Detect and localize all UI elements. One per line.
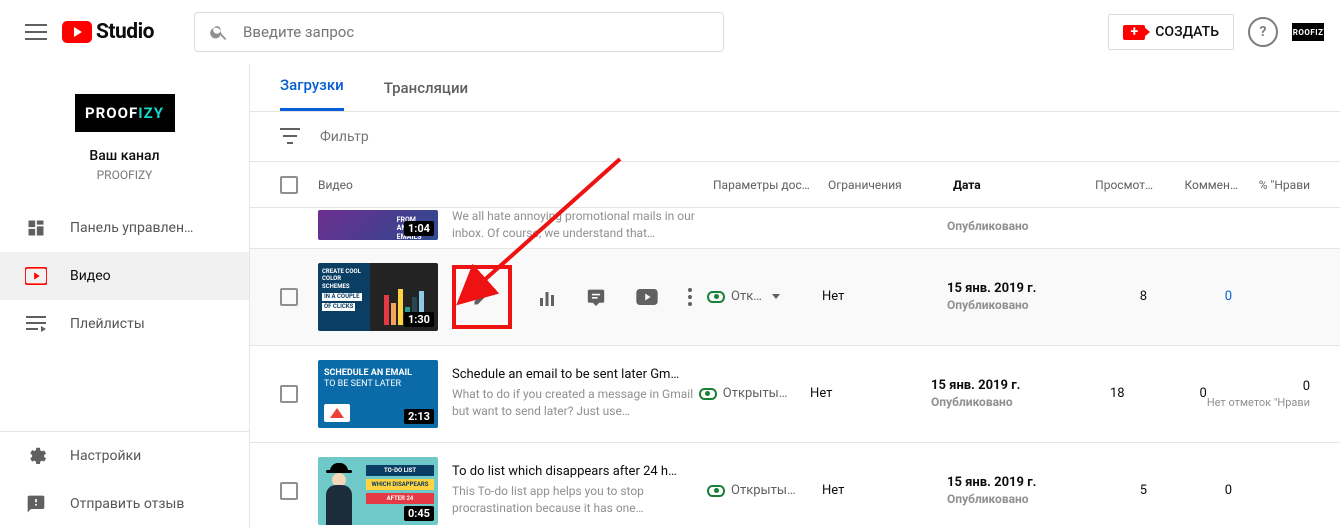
tab-live[interactable]: Трансляции bbox=[384, 65, 468, 111]
search-icon bbox=[209, 22, 229, 42]
video-description: This To-do list app helps you to stop pr… bbox=[452, 483, 707, 517]
filter-bar bbox=[250, 112, 1340, 162]
visibility-cell[interactable]: Открыты… bbox=[707, 483, 822, 498]
video-thumbnail[interactable]: FROM ANNOYING EMAILS 1:04 bbox=[318, 210, 438, 240]
eye-icon bbox=[707, 485, 725, 497]
filter-icon[interactable] bbox=[280, 128, 300, 146]
avatar[interactable]: PROOFIZY bbox=[1292, 23, 1324, 41]
sidebar-item-videos[interactable]: Видео bbox=[0, 252, 249, 300]
feedback-icon bbox=[24, 492, 48, 516]
channel-logo: PROOFIZY bbox=[75, 94, 175, 132]
video-info: To do list which disappears after 24 h… … bbox=[452, 464, 707, 517]
sidebar-item-dashboard[interactable]: Панель управлен… bbox=[0, 204, 249, 252]
edit-button[interactable] bbox=[468, 283, 496, 311]
eye-icon bbox=[699, 388, 717, 400]
video-icon bbox=[24, 264, 48, 288]
comments-cell: 0 bbox=[1147, 289, 1232, 304]
restrictions-cell: Нет bbox=[810, 386, 931, 401]
search-input[interactable] bbox=[243, 23, 709, 41]
sidebar: PROOFIZY Ваш канал PROOFIZY Панель управ… bbox=[0, 64, 250, 528]
man-icon bbox=[318, 457, 362, 525]
col-video[interactable]: Видео bbox=[318, 178, 713, 192]
gmail-icon bbox=[324, 404, 350, 422]
eye-icon bbox=[707, 291, 725, 303]
visibility-cell[interactable]: Отк… bbox=[707, 289, 822, 304]
table-row[interactable]: SCHEDULE AN EMAILTO BE SENT LATER 2:13 S… bbox=[250, 346, 1340, 443]
comments-button[interactable] bbox=[582, 284, 610, 310]
video-info: Schedule an email to be sent later Gm… W… bbox=[452, 367, 699, 420]
channel-block[interactable]: PROOFIZY Ваш канал PROOFIZY bbox=[0, 64, 249, 204]
main-content: Загрузки Трансляции Видео Параметры дос…… bbox=[250, 64, 1340, 528]
select-all-checkbox[interactable] bbox=[280, 176, 298, 194]
chevron-down-icon bbox=[772, 294, 780, 299]
sidebar-item-playlists[interactable]: Плейлисты bbox=[0, 300, 249, 348]
comments-cell: 0 bbox=[1147, 483, 1232, 498]
create-button[interactable]: + СОЗДАТЬ bbox=[1108, 14, 1234, 50]
col-comments[interactable]: Коммен… bbox=[1153, 178, 1238, 192]
dashboard-icon bbox=[24, 216, 48, 240]
sidebar-item-feedback[interactable]: Отправить отзыв bbox=[0, 480, 249, 528]
more-button[interactable] bbox=[684, 284, 696, 310]
app-header: Studio + СОЗДАТЬ ? PROOFIZY bbox=[0, 0, 1340, 64]
views-cell: 8 bbox=[1072, 289, 1147, 304]
filter-input[interactable] bbox=[320, 129, 1310, 145]
search-box[interactable] bbox=[194, 12, 724, 52]
row-checkbox[interactable] bbox=[280, 288, 298, 306]
row-actions bbox=[452, 265, 707, 329]
col-likes[interactable]: % "Нрави bbox=[1238, 178, 1310, 192]
video-thumbnail[interactable]: TO-DO LIST WHICH DISAPPEARS AFTER 24 0:4… bbox=[318, 457, 438, 525]
duration-badge: 1:04 bbox=[404, 221, 434, 236]
table-row[interactable]: FROM ANNOYING EMAILS 1:04 We all hate an… bbox=[250, 208, 1340, 249]
youtube-button[interactable] bbox=[632, 285, 662, 309]
video-thumbnail[interactable]: SCHEDULE AN EMAILTO BE SENT LATER 2:13 bbox=[318, 360, 438, 428]
youtube-icon bbox=[62, 21, 92, 43]
gear-icon bbox=[24, 444, 48, 468]
row-checkbox[interactable] bbox=[280, 385, 298, 403]
col-views[interactable]: Просмот… bbox=[1078, 178, 1153, 192]
date-cell: 15 янв. 2019 г.Опубликовано bbox=[931, 378, 1052, 409]
col-visibility[interactable]: Параметры дос… bbox=[713, 178, 828, 192]
views-cell: 5 bbox=[1072, 483, 1147, 498]
column-headers: Видео Параметры дос… Ограничения Дата Пр… bbox=[250, 162, 1340, 208]
video-title: To do list which disappears after 24 h… bbox=[452, 464, 707, 479]
video-info: We all hate annoying promotional mails i… bbox=[452, 208, 707, 242]
studio-logo[interactable]: Studio bbox=[62, 20, 154, 44]
col-restrictions[interactable]: Ограничения bbox=[828, 178, 953, 192]
visibility-cell[interactable]: Открыты… bbox=[699, 386, 810, 401]
row-checkbox[interactable] bbox=[280, 482, 298, 500]
views-cell: 18 bbox=[1052, 386, 1125, 401]
video-description: What to do if you created a message in G… bbox=[452, 386, 699, 420]
sidebar-item-settings[interactable]: Настройки bbox=[0, 432, 249, 480]
duration-badge: 2:13 bbox=[404, 409, 434, 424]
help-icon[interactable]: ? bbox=[1248, 17, 1278, 47]
tabs: Загрузки Трансляции bbox=[250, 64, 1340, 112]
video-description: We all hate annoying promotional mails i… bbox=[452, 208, 707, 242]
logo-text: Studio bbox=[96, 20, 154, 44]
channel-title: Ваш канал bbox=[0, 148, 249, 164]
edit-highlight bbox=[452, 265, 512, 329]
date-cell: 15 янв. 2019 г.Опубликовано bbox=[947, 281, 1072, 312]
col-date[interactable]: Дата bbox=[953, 178, 1078, 192]
video-thumbnail[interactable]: CREATE COOLCOLOR SCHEMESIN A COUPLEOF CL… bbox=[318, 263, 438, 331]
date-cell: 15 янв. 2019 г.Опубликовано bbox=[947, 475, 1072, 506]
table-row[interactable]: TO-DO LIST WHICH DISAPPEARS AFTER 24 0:4… bbox=[250, 443, 1340, 528]
camera-plus-icon: + bbox=[1123, 25, 1145, 40]
comments-cell: 0 bbox=[1125, 386, 1207, 401]
duration-badge: 0:45 bbox=[404, 506, 434, 521]
video-title: Schedule an email to be sent later Gm… bbox=[452, 367, 699, 382]
tab-uploads[interactable]: Загрузки bbox=[280, 64, 344, 111]
channel-name: PROOFIZY bbox=[0, 168, 249, 182]
duration-badge: 1:30 bbox=[404, 312, 434, 327]
playlist-icon bbox=[24, 312, 48, 336]
table-row[interactable]: CREATE COOLCOLOR SCHEMESIN A COUPLEOF CL… bbox=[250, 249, 1340, 346]
likes-cell: 0Нет отметок "Нрави bbox=[1207, 379, 1310, 409]
analytics-button[interactable] bbox=[534, 284, 560, 310]
restrictions-cell: Нет bbox=[822, 483, 947, 498]
restrictions-cell: Нет bbox=[822, 289, 947, 304]
hamburger-menu[interactable] bbox=[16, 12, 56, 52]
